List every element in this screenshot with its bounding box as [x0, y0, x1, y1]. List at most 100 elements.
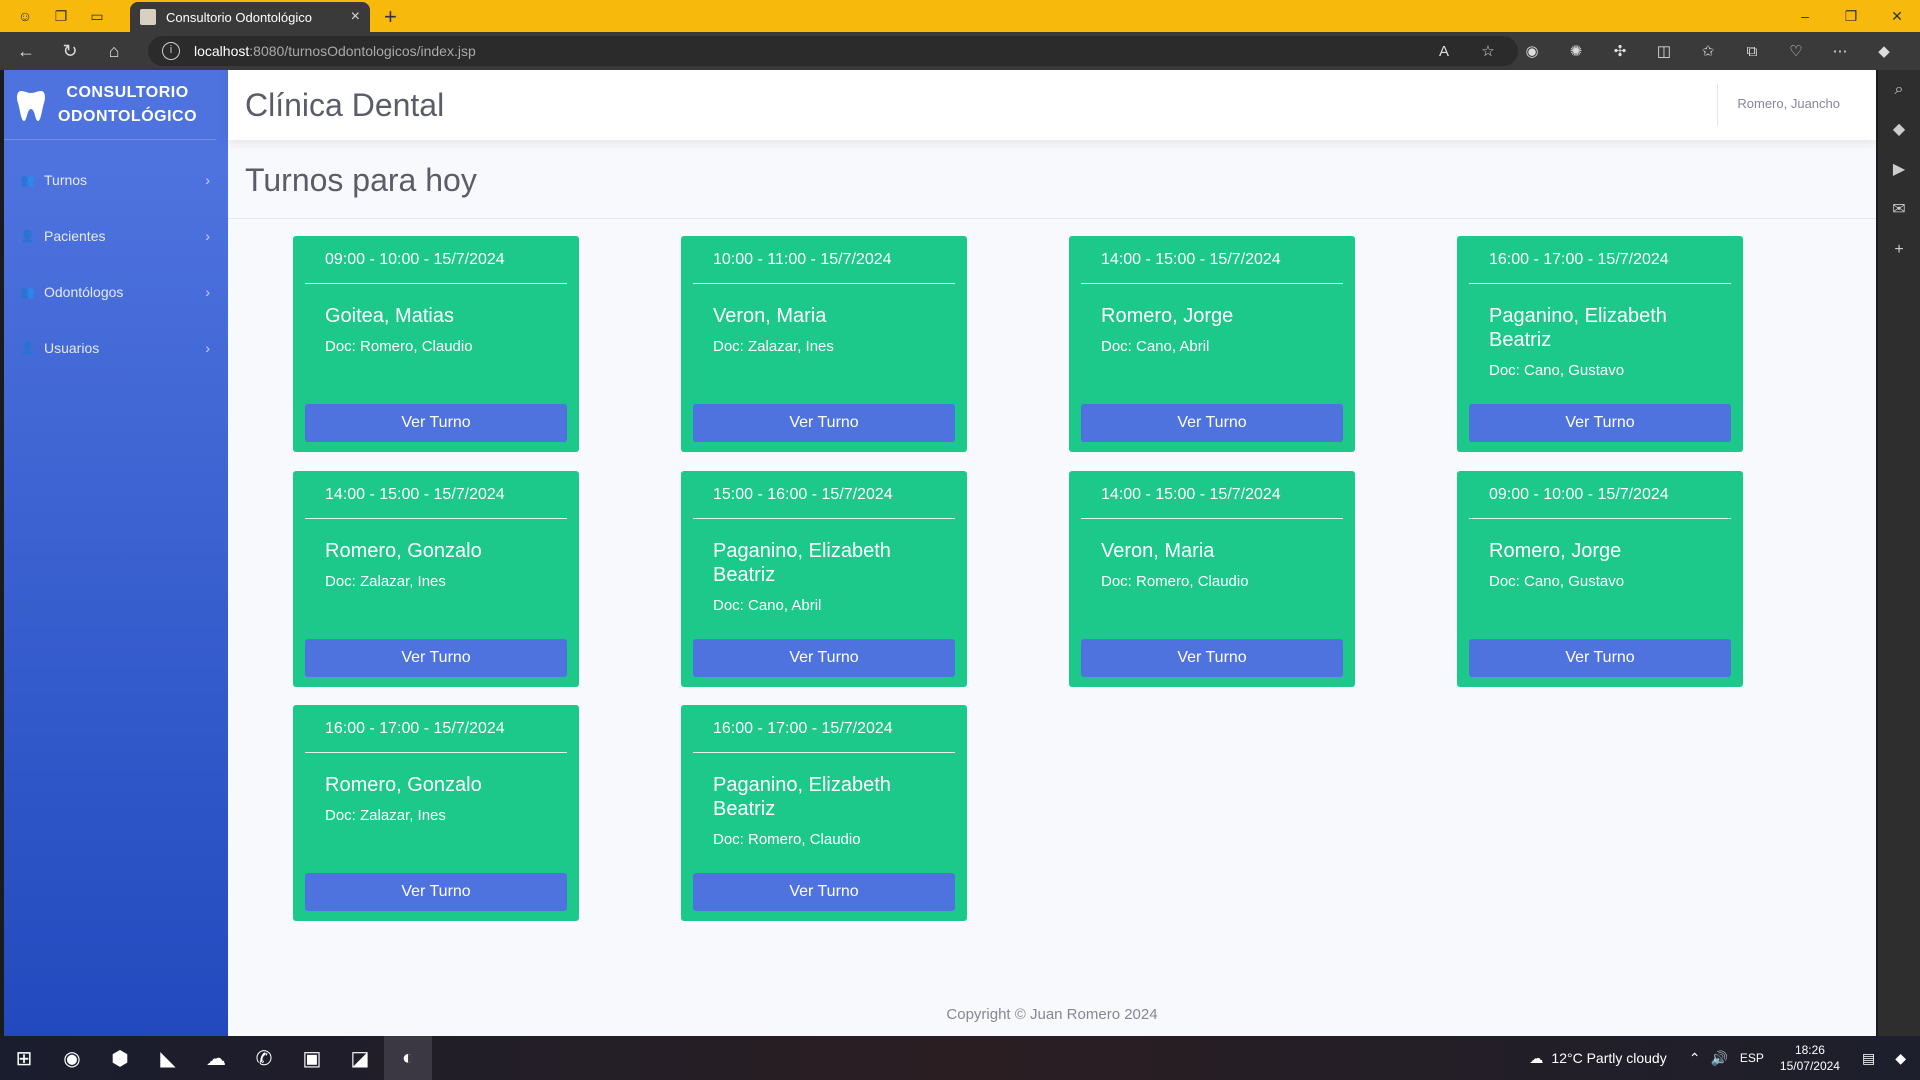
- split-screen-icon[interactable]: ◫: [1642, 36, 1686, 66]
- browser-titlebar: ☺ ❐ ▭ Consultorio Odontológico × + – ❐ ✕: [0, 0, 1920, 32]
- chrome-icon[interactable]: ◉: [48, 1036, 96, 1080]
- appointment-card: 14:00 - 15:00 - 15/7/2024 Romero, Gonzal…: [293, 471, 579, 687]
- search-icon[interactable]: ⌕: [1878, 70, 1920, 110]
- health-icon[interactable]: ♡: [1774, 36, 1818, 66]
- ver-turno-button[interactable]: Ver Turno: [1469, 404, 1731, 442]
- home-icon[interactable]: ⌂: [96, 36, 132, 66]
- sidebar-item-label: Odontólogos: [44, 284, 124, 300]
- edge-sidebar: ⌕ ◆ ▶ ✉ +: [1878, 70, 1920, 1036]
- url-host: localhost: [194, 43, 250, 59]
- start-icon[interactable]: ⊞: [0, 1036, 48, 1080]
- ver-turno-button[interactable]: Ver Turno: [1469, 639, 1731, 677]
- sidebar-item-pacientes[interactable]: 👤 Pacientes ›: [4, 208, 228, 264]
- refresh-icon[interactable]: ↻: [52, 36, 88, 66]
- tab-title: Consultorio Odontológico: [166, 9, 312, 25]
- weather-icon[interactable]: ☁: [1529, 1050, 1543, 1067]
- sidebar-item-turnos[interactable]: 👥 Turnos ›: [4, 152, 228, 208]
- new-tab-icon[interactable]: +: [384, 4, 397, 30]
- copilot-taskbar-icon[interactable]: ◆: [1895, 1050, 1906, 1067]
- tray-chevron-icon[interactable]: ⌃: [1689, 1050, 1701, 1067]
- appointment-time: 09:00 - 10:00 - 15/7/2024: [1469, 471, 1731, 519]
- ver-turno-button[interactable]: Ver Turno: [693, 873, 955, 911]
- tab-actions-icon[interactable]: ▭: [86, 5, 108, 27]
- extension2-icon[interactable]: ✺: [1554, 36, 1598, 66]
- brand[interactable]: CONSULTORIO ODONTOLÓGICO: [4, 70, 216, 140]
- users-icon: 👥: [20, 173, 35, 187]
- app-hexagon-icon[interactable]: ⬢: [96, 1036, 144, 1080]
- clock-date: 15/07/2024: [1779, 1059, 1840, 1073]
- tab-close-icon[interactable]: ×: [351, 8, 360, 26]
- minimize-icon[interactable]: –: [1782, 0, 1828, 32]
- collections-icon[interactable]: ⧉: [1730, 36, 1774, 66]
- copilot-icon[interactable]: ◆: [1862, 36, 1906, 66]
- edge-icon[interactable]: ◐: [384, 1036, 432, 1080]
- extension-icon[interactable]: ◉: [1510, 36, 1554, 66]
- doctor-name: Doc: Zalazar, Ines: [713, 338, 834, 355]
- favorites-icon[interactable]: ✩: [1686, 36, 1730, 66]
- appointment-card: 16:00 - 17:00 - 15/7/2024 Paganino, Eliz…: [1457, 236, 1743, 452]
- patient-name: Veron, Maria: [1101, 540, 1215, 562]
- appointment-time: 09:00 - 10:00 - 15/7/2024: [305, 236, 567, 284]
- appointment-time: 10:00 - 11:00 - 15/7/2024: [693, 236, 955, 284]
- mysql-workbench-icon[interactable]: ◪: [336, 1036, 384, 1080]
- patient-name: Romero, Gonzalo: [325, 774, 482, 796]
- more-menu-icon[interactable]: ⋯: [1818, 36, 1862, 66]
- browser-toolbar-icons: A ☆ ◉ ✺ ✣ ◫ ✩ ⧉ ♡ ⋯ ◆: [1422, 36, 1906, 66]
- brand-line-2: ODONTOLÓGICO: [58, 107, 198, 125]
- extensions-puzzle-icon[interactable]: ✣: [1598, 36, 1642, 66]
- browser-tab[interactable]: Consultorio Odontológico ×: [130, 2, 370, 32]
- profile-avatar-icon[interactable]: ☺: [14, 5, 36, 27]
- heading-divider: [228, 218, 1876, 219]
- volume-icon[interactable]: 🔊: [1710, 1050, 1727, 1067]
- patient-name: Romero, Jorge: [1101, 305, 1234, 327]
- tag-icon[interactable]: ◆: [1878, 110, 1920, 150]
- ver-turno-button[interactable]: Ver Turno: [1081, 639, 1343, 677]
- restore-icon[interactable]: ❐: [1828, 0, 1874, 32]
- outlook-icon[interactable]: ✉: [1878, 190, 1920, 230]
- ver-turno-button[interactable]: Ver Turno: [693, 404, 955, 442]
- visual-studio-icon[interactable]: ◣: [144, 1036, 192, 1080]
- doctor-name: Doc: Cano, Gustavo: [1489, 573, 1625, 590]
- url-path: :8080/turnosOdontologicos/index.jsp: [249, 43, 476, 59]
- add-app-icon[interactable]: +: [1878, 230, 1920, 270]
- weather-text[interactable]: 12°C Partly cloudy: [1551, 1050, 1666, 1066]
- doctor-name: Doc: Romero, Claudio: [713, 831, 861, 848]
- appointment-card: 14:00 - 15:00 - 15/7/2024 Veron, Maria D…: [1069, 471, 1355, 687]
- user-icon: 👤: [20, 341, 35, 355]
- appointment-time: 16:00 - 17:00 - 15/7/2024: [305, 705, 567, 753]
- patient-name: Romero, Jorge: [1489, 540, 1622, 562]
- ver-turno-button[interactable]: Ver Turno: [693, 639, 955, 677]
- sidebar-item-usuarios[interactable]: 👤 Usuarios ›: [4, 320, 228, 376]
- whatsapp-icon[interactable]: ✆: [240, 1036, 288, 1080]
- favorite-star-icon[interactable]: ☆: [1466, 36, 1510, 66]
- sidebar: CONSULTORIO ODONTOLÓGICO 👥 Turnos › 👤 Pa…: [4, 70, 228, 1036]
- copilot-app-icon[interactable]: ▶: [1878, 150, 1920, 190]
- read-aloud-icon[interactable]: A: [1422, 36, 1466, 66]
- appointment-time: 16:00 - 17:00 - 15/7/2024: [1469, 236, 1731, 284]
- chevron-right-icon: ›: [205, 340, 210, 356]
- appointment-time: 14:00 - 15:00 - 15/7/2024: [1081, 471, 1343, 519]
- appointment-time: 15:00 - 16:00 - 15/7/2024: [693, 471, 955, 519]
- window-close-icon[interactable]: ✕: [1874, 0, 1920, 32]
- users-icon: 👥: [20, 285, 35, 299]
- sidebar-item-odontologos[interactable]: 👥 Odontólogos ›: [4, 264, 228, 320]
- notifications-icon[interactable]: ▤: [1862, 1050, 1875, 1067]
- ver-turno-button[interactable]: Ver Turno: [305, 873, 567, 911]
- patient-name: Veron, Maria: [713, 305, 827, 327]
- site-info-icon[interactable]: i: [162, 42, 180, 60]
- workspaces-icon[interactable]: ❐: [50, 5, 72, 27]
- url-input[interactable]: i localhost:8080/turnosOdontologicos/ind…: [148, 36, 1518, 66]
- ver-turno-button[interactable]: Ver Turno: [305, 404, 567, 442]
- language-indicator[interactable]: ESP: [1740, 1051, 1764, 1065]
- ver-turno-button[interactable]: Ver Turno: [1081, 404, 1343, 442]
- patient-name: Goitea, Matias: [325, 305, 454, 327]
- clock[interactable]: 18:26 15/07/2024: [1780, 1042, 1840, 1074]
- cloud-app-icon[interactable]: ☁: [192, 1036, 240, 1080]
- intellij-icon[interactable]: ▣: [288, 1036, 336, 1080]
- ver-turno-button[interactable]: Ver Turno: [305, 639, 567, 677]
- back-icon[interactable]: ←: [8, 36, 44, 66]
- sidebar-item-label: Pacientes: [44, 228, 106, 244]
- web-page: CONSULTORIO ODONTOLÓGICO 👥 Turnos › 👤 Pa…: [4, 70, 1876, 1036]
- user-menu[interactable]: Romero, Juancho: [1737, 96, 1840, 111]
- doctor-name: Doc: Zalazar, Ines: [325, 807, 446, 824]
